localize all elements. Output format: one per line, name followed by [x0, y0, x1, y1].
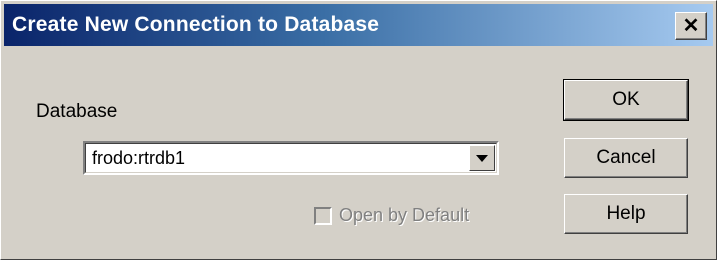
close-icon: ✕: [682, 15, 700, 37]
database-label: Database: [36, 101, 118, 122]
database-combobox[interactable]: frodo:rtrdb1: [83, 141, 499, 175]
open-by-default-option: Open by Default: [314, 205, 469, 226]
cancel-button[interactable]: Cancel: [564, 138, 688, 178]
database-combobox-field: frodo:rtrdb1: [85, 143, 497, 173]
create-connection-dialog: Create New Connection to Database ✕ Data…: [0, 0, 717, 260]
dialog-title: Create New Connection to Database: [12, 13, 380, 36]
open-by-default-checkbox: [314, 206, 332, 225]
chevron-down-icon: [476, 154, 488, 162]
ok-button[interactable]: OK: [563, 79, 689, 121]
open-by-default-label: Open by Default: [339, 205, 470, 225]
database-dropdown-button[interactable]: [469, 145, 495, 171]
database-value: frodo:rtrdb1: [92, 148, 186, 168]
title-bar[interactable]: Create New Connection to Database ✕: [4, 4, 713, 46]
help-button[interactable]: Help: [564, 194, 688, 234]
close-button[interactable]: ✕: [675, 12, 707, 40]
